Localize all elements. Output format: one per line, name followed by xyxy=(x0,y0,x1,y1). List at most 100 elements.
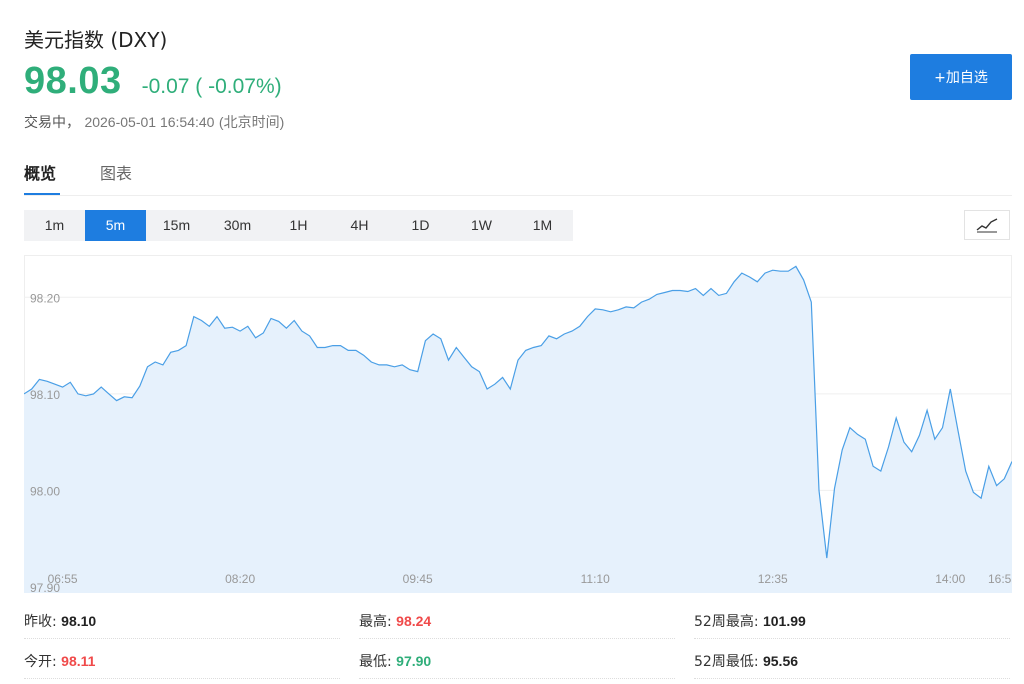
chart-point xyxy=(162,364,163,365)
chart-point xyxy=(880,471,881,472)
current-price: 98.03 xyxy=(24,60,122,102)
stat-52w-high: 52周最高: 101.99 xyxy=(694,604,1010,639)
chart-point xyxy=(247,326,248,327)
period-1m[interactable]: 1m xyxy=(24,210,85,241)
chart-point xyxy=(826,557,827,558)
chart-point xyxy=(379,364,380,365)
chart-point xyxy=(216,316,217,317)
chart-point xyxy=(47,381,48,382)
period-1mo[interactable]: 1M xyxy=(512,210,573,241)
chart-point xyxy=(741,273,742,274)
chart-point xyxy=(564,333,565,334)
chart-point xyxy=(757,281,758,282)
chart-point xyxy=(525,350,526,351)
stat-prev-close: 昨收: 98.10 xyxy=(24,604,340,639)
stat-value: 98.11 xyxy=(61,653,96,669)
chart-point xyxy=(695,288,696,289)
chart-point xyxy=(263,332,264,333)
chart-point xyxy=(479,371,480,372)
chart-point xyxy=(255,337,256,338)
chart-point xyxy=(425,340,426,341)
chart-point xyxy=(402,364,403,365)
period-selector: 1m 5m 15m 30m 1H 4H 1D 1W 1M xyxy=(24,210,573,241)
chart-point xyxy=(433,333,434,334)
chart-point xyxy=(633,307,634,308)
chart-point xyxy=(301,331,302,332)
chart-type-toggle[interactable] xyxy=(964,210,1010,240)
chart-point xyxy=(865,439,866,440)
chart-point xyxy=(201,320,202,321)
chart-point xyxy=(934,439,935,440)
chart-point xyxy=(656,294,657,295)
chart-point xyxy=(294,320,295,321)
chart-point xyxy=(101,387,102,388)
period-1d[interactable]: 1D xyxy=(390,210,451,241)
chart-point xyxy=(309,335,310,336)
chart-point xyxy=(340,345,341,346)
chart-point xyxy=(286,328,287,329)
chart-point xyxy=(317,347,318,348)
stat-value: 95.56 xyxy=(762,653,799,669)
chart-point xyxy=(533,347,534,348)
page-title: 美元指数 (DXY) xyxy=(24,28,168,52)
chart-point xyxy=(587,316,588,317)
chart-point xyxy=(386,364,387,365)
chart-point xyxy=(896,417,897,418)
chart-point xyxy=(834,488,835,489)
chart-point xyxy=(649,299,650,300)
add-to-watchlist-button[interactable]: +加自选 xyxy=(910,54,1012,100)
chart-point xyxy=(988,466,989,467)
chart-point xyxy=(517,360,518,361)
chart-point xyxy=(132,397,133,398)
stat-value: 98.10 xyxy=(61,613,97,629)
chart-point xyxy=(942,427,943,428)
chart-point xyxy=(610,311,611,312)
tab-overview[interactable]: 概览 xyxy=(24,160,61,196)
chart-point xyxy=(471,366,472,367)
stat-label: 52周最低: xyxy=(694,654,759,670)
chart-point xyxy=(965,471,966,472)
period-5m[interactable]: 5m xyxy=(85,210,146,241)
chart-point xyxy=(541,345,542,346)
chart-point xyxy=(950,388,951,389)
stat-open: 今开: 98.11 xyxy=(24,644,340,679)
period-1w[interactable]: 1W xyxy=(451,210,512,241)
x-tick-label: 08:20 xyxy=(225,572,255,586)
chart-point xyxy=(363,355,364,356)
price-change: -0.07 ( -0.07%) xyxy=(141,75,282,98)
price-chart[interactable]: 98.20 98.10 98.00 97.90 06:55 08:20 09:45 11:10… xyxy=(24,255,1012,593)
stats-row: 昨收: 98.10 最高: 98.24 52周最高: 101.99 xyxy=(24,604,1012,644)
chart-point xyxy=(85,395,86,396)
chart-point xyxy=(811,302,812,303)
period-1h[interactable]: 1H xyxy=(268,210,329,241)
chart-point xyxy=(409,369,410,370)
chart-point xyxy=(124,396,125,397)
chart-point xyxy=(680,290,681,291)
chart-point xyxy=(664,292,665,293)
chart-point xyxy=(62,387,63,388)
period-30m[interactable]: 30m xyxy=(207,210,268,241)
price-chart-svg: 98.2098.1098.0097.9006:55 08:20 09:45 11:10… xyxy=(24,255,1012,593)
tabs-divider xyxy=(24,195,1012,196)
chart-point xyxy=(602,309,603,310)
chart-point xyxy=(772,270,773,271)
chart-point xyxy=(595,308,596,309)
chart-point xyxy=(178,350,179,351)
chart-point xyxy=(186,345,187,346)
chart-point xyxy=(54,384,55,385)
period-4h[interactable]: 4H xyxy=(329,210,390,241)
stat-high: 最高: 98.24 xyxy=(359,604,675,639)
chart-point xyxy=(456,347,457,348)
period-15m[interactable]: 15m xyxy=(146,210,207,241)
chart-point xyxy=(193,316,194,317)
chart-point xyxy=(764,273,765,274)
y-tick-label: 98.00 xyxy=(30,484,60,498)
chart-point xyxy=(139,386,140,387)
chart-point xyxy=(417,371,418,372)
x-tick-label: 11:10 xyxy=(581,572,610,586)
chart-point xyxy=(919,435,920,436)
chart-point xyxy=(842,449,843,450)
stat-label: 今开: xyxy=(24,654,57,670)
tab-chart[interactable]: 图表 xyxy=(100,160,132,196)
chart-point xyxy=(710,288,711,289)
